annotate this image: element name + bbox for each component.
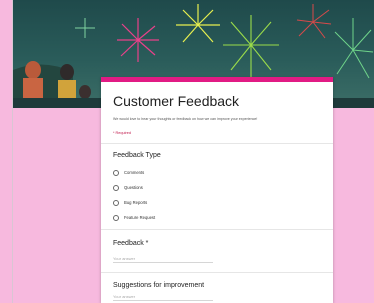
radio-comments[interactable] xyxy=(113,169,119,176)
form-page: Customer Feedback We would love to hear … xyxy=(12,0,374,303)
section-divider xyxy=(101,229,333,230)
question-suggestions-title: Suggestions for improvement xyxy=(113,282,205,289)
required-note: * Required xyxy=(113,131,131,135)
section-divider xyxy=(101,272,333,273)
option-comments[interactable]: Comments xyxy=(113,168,144,177)
option-feature-request[interactable]: Feature Request xyxy=(113,213,155,222)
radio-questions[interactable] xyxy=(113,184,119,191)
option-label: Comments xyxy=(124,170,145,175)
question-feedback-type-title: Feedback Type xyxy=(113,152,161,159)
section-divider xyxy=(101,143,333,144)
option-label: Bug Reports xyxy=(124,200,148,205)
option-label: Questions xyxy=(124,185,143,190)
form-card: Customer Feedback We would love to hear … xyxy=(101,77,333,303)
form-title: Customer Feedback xyxy=(113,93,240,109)
form-description: We would love to hear your thoughts or f… xyxy=(113,117,258,121)
option-questions[interactable]: Questions xyxy=(113,183,143,192)
radio-feature-request[interactable] xyxy=(113,214,119,221)
radio-bug-reports[interactable] xyxy=(113,199,119,206)
feedback-input[interactable]: Your answer xyxy=(113,253,213,263)
suggestions-input[interactable]: Your answer xyxy=(113,291,213,301)
option-label: Feature Request xyxy=(124,215,156,220)
question-feedback-title: Feedback * xyxy=(113,240,149,247)
option-bug-reports[interactable]: Bug Reports xyxy=(113,198,147,207)
